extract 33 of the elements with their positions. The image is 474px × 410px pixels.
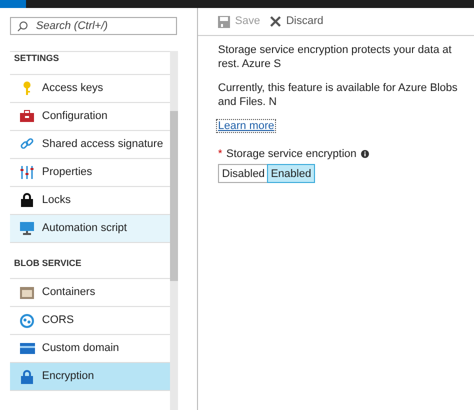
save-icon <box>218 16 230 28</box>
discard-button[interactable]: Discard <box>270 13 324 30</box>
toolbox-icon <box>20 110 34 122</box>
card-icon <box>20 343 34 354</box>
description-text: Storage service encryption protects your data at rest. Azure S <box>218 43 453 71</box>
scrollbar[interactable] <box>170 51 178 410</box>
search-field[interactable]: Search (Ctrl+/) <box>10 17 177 35</box>
learn-more-link[interactable]: Learn more <box>216 119 276 133</box>
sidebar-item[interactable]: Configuration <box>10 102 170 130</box>
section-header: SETTINGS <box>14 52 60 65</box>
section-header: BLOB SERVICE <box>14 256 82 270</box>
sidebar-item[interactable]: Access keys <box>10 74 170 102</box>
sidebar-item[interactable]: Shared access signature <box>10 130 170 158</box>
link-icon <box>20 137 34 151</box>
sidebar-item[interactable]: Locks <box>10 186 170 214</box>
box-icon <box>20 286 34 298</box>
lock-icon <box>21 193 33 207</box>
toggle-option[interactable]: Enabled <box>268 165 314 182</box>
required-mark: * <box>218 147 222 161</box>
sidebar-item[interactable]: Encryption <box>10 363 170 391</box>
sliders-icon <box>20 166 34 178</box>
info-icon <box>360 150 369 158</box>
monitor-icon <box>20 222 34 234</box>
sidebar-item[interactable]: Automation script <box>10 214 170 242</box>
logo-tile <box>0 0 26 8</box>
globe-icon <box>20 314 34 328</box>
search-icon <box>17 21 28 32</box>
field-label: Storage service encryption <box>226 147 357 161</box>
sidebar-item[interactable]: Properties <box>10 158 170 186</box>
close-icon <box>270 16 282 27</box>
lock-icon <box>21 370 33 384</box>
description-text: Currently, this feature is available for Azure Blobs and Files. N <box>218 81 458 109</box>
key-icon <box>22 81 32 95</box>
